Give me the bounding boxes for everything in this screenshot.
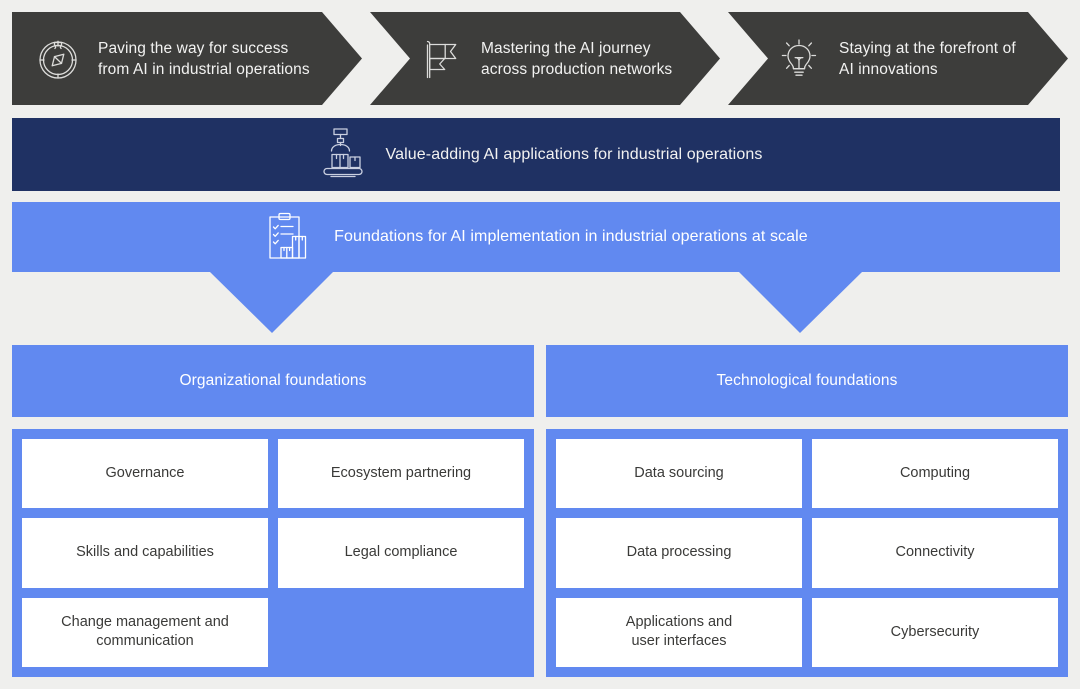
compass-icon [32,33,84,85]
column-technological-cards: Data sourcing Computing Data processing … [546,429,1068,677]
foundations-band-content: Foundations for AI implementation in ind… [264,209,808,265]
column-technological: Technological foundations Data sourcing … [546,345,1068,677]
journey-step-2[interactable]: Mastering the AI journey across producti… [370,12,720,105]
value-adding-band-label: Value-adding AI applications for industr… [385,145,763,163]
card-applications-and-user-interfaces[interactable]: Applications and user interfaces [556,597,802,667]
diagram-canvas: Paving the way for success from AI in in… [0,0,1080,689]
journey-step-1[interactable]: Paving the way for success from AI in in… [12,12,362,105]
clipboard-checklist-icon [264,209,320,265]
column-organizational: Organizational foundations Governance Ec… [12,345,534,677]
journey-step-2-label: Mastering the AI journey across producti… [481,39,673,78]
foundation-columns: Organizational foundations Governance Ec… [12,345,1068,677]
robot-arm-conveyor-icon [310,124,372,186]
flag-icon [415,33,467,85]
arrow-down-left [210,272,333,333]
card-computing[interactable]: Computing [812,439,1058,509]
card-cybersecurity[interactable]: Cybersecurity [812,597,1058,667]
foundations-band[interactable]: Foundations for AI implementation in ind… [12,202,1060,272]
funnel-arrows [210,272,862,333]
card-legal-compliance[interactable]: Legal compliance [278,518,524,588]
arrow-down-right [739,272,862,333]
card-data-sourcing[interactable]: Data sourcing [556,439,802,509]
value-adding-band[interactable]: Value-adding AI applications for industr… [12,118,1060,191]
card-change-management-and-communication[interactable]: Change management and communication [22,597,268,667]
column-organizational-header[interactable]: Organizational foundations [12,345,534,417]
foundations-band-label: Foundations for AI implementation in ind… [334,228,808,245]
card-data-processing[interactable]: Data processing [556,518,802,588]
card-governance[interactable]: Governance [22,439,268,509]
journey-step-3[interactable]: Staying at the forefront of AI innovatio… [728,12,1068,105]
journey-step-1-label: Paving the way for success from AI in in… [98,39,310,78]
card-connectivity[interactable]: Connectivity [812,518,1058,588]
column-technological-header[interactable]: Technological foundations [546,345,1068,417]
value-adding-band-content: Value-adding AI applications for industr… [310,124,763,186]
journey-step-3-label: Staying at the forefront of AI innovatio… [839,39,1016,78]
lightbulb-icon [773,33,825,85]
card-skills-and-capabilities[interactable]: Skills and capabilities [22,518,268,588]
journey-chevron-row: Paving the way for success from AI in in… [12,12,1068,105]
card-ecosystem-partnering[interactable]: Ecosystem partnering [278,439,524,509]
column-organizational-cards: Governance Ecosystem partnering Skills a… [12,429,534,677]
card-placeholder-empty [278,598,524,667]
